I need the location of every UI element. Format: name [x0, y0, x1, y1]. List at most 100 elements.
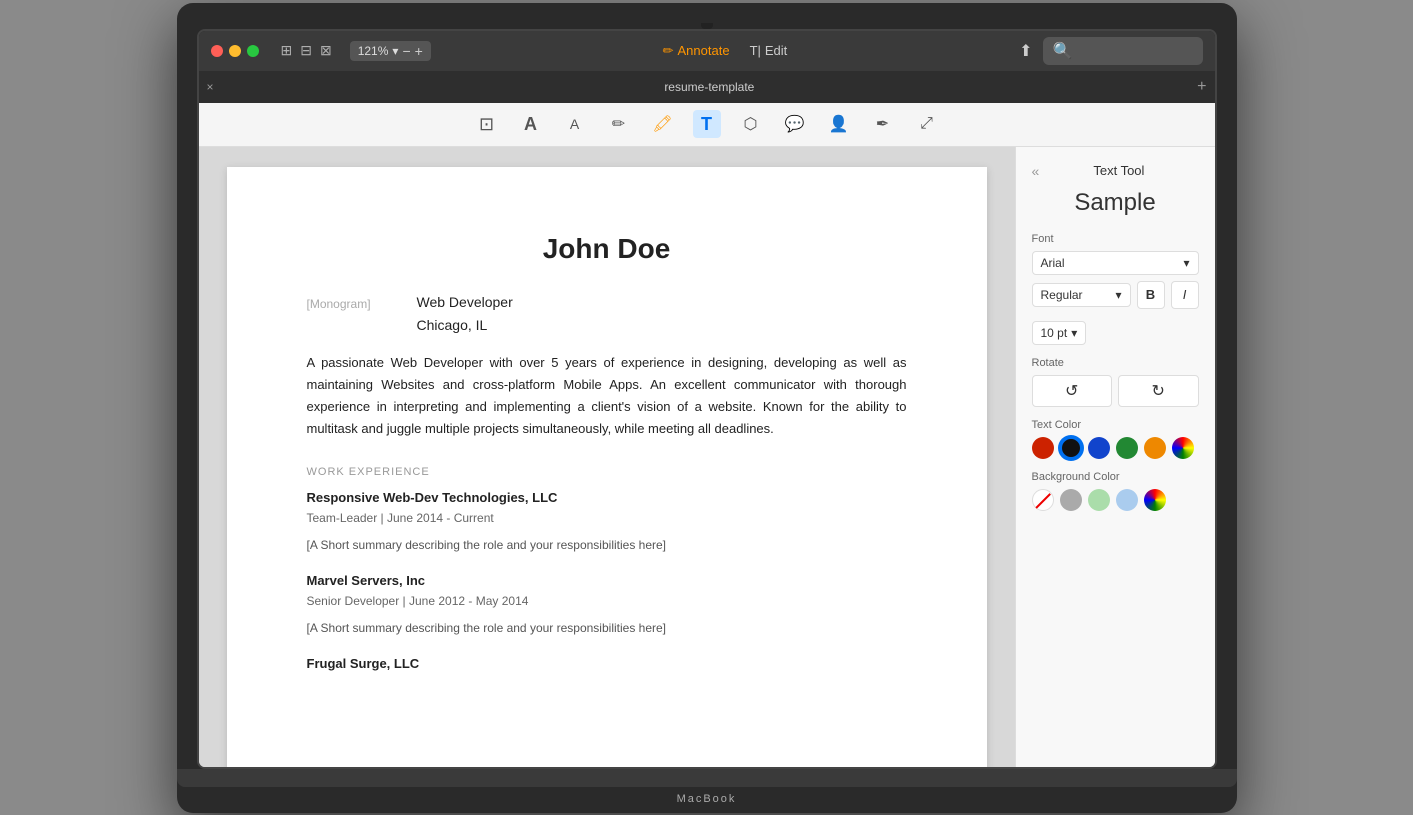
text-color-black[interactable]: [1060, 437, 1082, 459]
font-size-value: 10 pt: [1041, 326, 1068, 340]
zoom-level: 121%: [358, 44, 389, 58]
fullscreen-icon[interactable]: ⤢: [913, 110, 941, 138]
font-selector[interactable]: Arial ▾: [1032, 251, 1199, 275]
text-edit-icon: T|: [750, 43, 761, 58]
document-area[interactable]: John Doe [Monogram] Web Developer Chicag…: [199, 147, 1015, 767]
company-1: Responsive Web-Dev Technologies, LLC: [307, 488, 907, 509]
doc-bio: A passionate Web Developer with over 5 y…: [307, 352, 907, 440]
grid-view-icon[interactable]: ⊟: [300, 42, 312, 59]
zoom-control[interactable]: 121% ▾ − +: [350, 41, 431, 61]
bg-color-light-blue[interactable]: [1116, 489, 1138, 511]
period-1: Team-Leader | June 2014 - Current: [307, 509, 907, 528]
resize-tool-icon[interactable]: ⊡: [473, 110, 501, 138]
comment-add-icon[interactable]: 💬: [781, 110, 809, 138]
zoom-chevron-icon: ▾: [392, 44, 398, 58]
bg-color-gray[interactable]: [1060, 489, 1082, 511]
search-icon: 🔍: [1053, 41, 1073, 61]
doc-info: Web Developer Chicago, IL: [417, 291, 513, 336]
job-entry-3: Frugal Surge, LLC: [307, 654, 907, 675]
bg-color-row: [1032, 489, 1199, 511]
text-large-icon[interactable]: A: [517, 110, 545, 138]
traffic-lights: [211, 45, 259, 57]
document-author-name: John Doe: [307, 227, 907, 272]
font-size-row: 10 pt ▾: [1032, 315, 1199, 345]
job-entry-2: Marvel Servers, Inc Senior Developer | J…: [307, 571, 907, 638]
company-3: Frugal Surge, LLC: [307, 654, 907, 675]
doc-role: Web Developer: [417, 291, 513, 313]
search-input[interactable]: [1078, 44, 1192, 58]
doc-city: Chicago, IL: [417, 314, 513, 336]
bg-color-label: Background Color: [1032, 471, 1199, 483]
style-value: Regular: [1041, 288, 1083, 302]
annotate-button[interactable]: ✏ Annotate: [663, 43, 730, 59]
share-icon[interactable]: ⬆: [1019, 41, 1032, 61]
maximize-button[interactable]: [247, 45, 259, 57]
pencil-draw-icon[interactable]: ✏: [605, 110, 633, 138]
rotate-left-button[interactable]: ↺: [1032, 375, 1113, 407]
tab-title: resume-template: [222, 80, 1198, 94]
text-color-green[interactable]: [1116, 437, 1138, 459]
laptop-base: [177, 769, 1237, 787]
company-2: Marvel Servers, Inc: [307, 571, 907, 592]
bg-color-multicolor[interactable]: [1144, 489, 1166, 511]
size-chevron-icon: ▾: [1071, 326, 1077, 340]
sample-text-preview: Sample: [1032, 189, 1199, 217]
highlight-draw-icon[interactable]: 🖍: [649, 110, 677, 138]
bg-color-transparent[interactable]: [1032, 489, 1054, 511]
doc-monogram-row: [Monogram] Web Developer Chicago, IL: [307, 291, 907, 336]
titlebar-right: ⬆ 🔍: [1019, 37, 1202, 65]
summary-1: [A Short summary describing the role and…: [307, 536, 907, 555]
zoom-out-button[interactable]: −: [402, 43, 410, 59]
window-icons: ⊞ ⊟ ⊠: [281, 42, 332, 59]
font-style-row: Regular ▾ B I: [1032, 281, 1199, 309]
main-area: John Doe [Monogram] Web Developer Chicag…: [199, 147, 1215, 767]
toolbar-actions: ✏ Annotate T| Edit: [441, 43, 1009, 59]
job-entry-1: Responsive Web-Dev Technologies, LLC Tea…: [307, 488, 907, 555]
stamp-icon[interactable]: 👤: [825, 110, 853, 138]
edit-button[interactable]: T| Edit: [750, 43, 788, 59]
monogram-placeholder: [Monogram]: [307, 291, 387, 336]
text-color-red[interactable]: [1032, 437, 1054, 459]
sidebar-toggle-icon[interactable]: ⊞: [281, 42, 293, 59]
bg-color-light-green[interactable]: [1088, 489, 1110, 511]
shape-draw-icon[interactable]: ⬡: [737, 110, 765, 138]
panel-title: Text Tool: [1039, 163, 1198, 178]
text-small-icon[interactable]: A: [561, 110, 589, 138]
summary-2: [A Short summary describing the role and…: [307, 619, 907, 638]
tab-close-button[interactable]: ×: [207, 80, 214, 94]
font-style-selector[interactable]: Regular ▾: [1032, 283, 1131, 307]
macbook-label: MacBook: [197, 793, 1217, 805]
title-bar: ⊞ ⊟ ⊠ 121% ▾ − + ✏ Annotate T| Edit: [199, 31, 1215, 71]
bold-button[interactable]: B: [1137, 281, 1165, 309]
rotate-row: ↺ ↻: [1032, 375, 1199, 407]
tab-bar: × resume-template +: [199, 71, 1215, 103]
work-experience-heading: WORK EXPERIENCE: [307, 464, 907, 482]
minimize-button[interactable]: [229, 45, 241, 57]
tab-add-button[interactable]: +: [1197, 78, 1206, 96]
annotation-toolbar: ⊡ A A ✏ 🖍 T ⬡ 💬 👤 ✒ ⤢: [199, 103, 1215, 147]
close-button[interactable]: [211, 45, 223, 57]
text-color-row: [1032, 437, 1199, 459]
panel-header: « Text Tool: [1032, 163, 1199, 179]
rotate-right-button[interactable]: ↻: [1118, 375, 1199, 407]
text-color-orange[interactable]: [1144, 437, 1166, 459]
text-color-blue[interactable]: [1088, 437, 1110, 459]
signature-icon[interactable]: ✒: [869, 110, 897, 138]
font-label: Font: [1032, 233, 1199, 245]
text-color-multicolor[interactable]: [1172, 437, 1194, 459]
text-color-label: Text Color: [1032, 419, 1199, 431]
font-size-selector[interactable]: 10 pt ▾: [1032, 321, 1087, 345]
italic-button[interactable]: I: [1171, 281, 1199, 309]
panel-collapse-icon[interactable]: «: [1032, 163, 1040, 179]
rotate-label: Rotate: [1032, 357, 1199, 369]
document: John Doe [Monogram] Web Developer Chicag…: [227, 167, 987, 767]
period-2: Senior Developer | June 2012 - May 2014: [307, 592, 907, 611]
zoom-in-button[interactable]: +: [415, 43, 423, 59]
font-value: Arial: [1041, 256, 1065, 270]
pencil-annotate-icon: ✏: [663, 43, 674, 59]
text-insert-icon[interactable]: T: [693, 110, 721, 138]
search-bar[interactable]: 🔍: [1043, 37, 1203, 65]
style-chevron-icon: ▾: [1115, 288, 1121, 302]
right-panel: « Text Tool Sample Font Arial ▾ Regular …: [1015, 147, 1215, 767]
list-view-icon[interactable]: ⊠: [320, 42, 332, 59]
